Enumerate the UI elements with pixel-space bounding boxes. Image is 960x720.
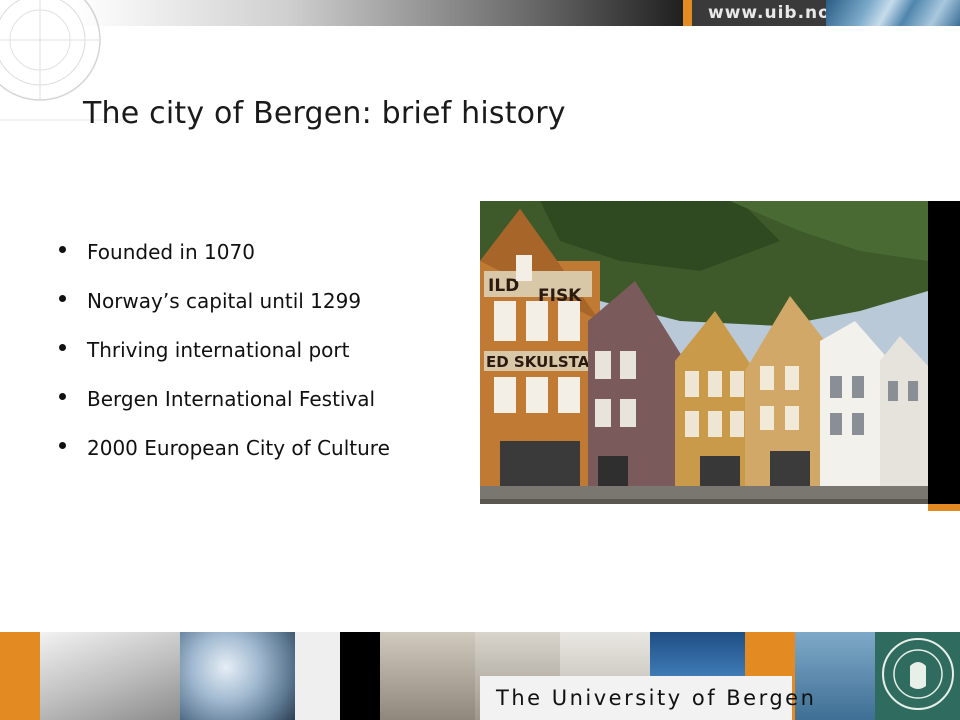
slide-title: The city of Bergen: brief history [83,96,566,131]
top-banner-water-image [826,0,960,26]
list-item: Thriving international port [55,338,390,387]
bullet-icon [59,295,66,302]
shop-sign: ED SKULSTAD [486,353,602,371]
banner-tile [340,632,380,720]
bullet-text: Thriving international port [87,338,350,362]
list-item: Bergen International Festival [55,387,390,436]
bullet-text: Bergen International Festival [87,387,376,411]
banner-tile [180,632,295,720]
bullet-icon [59,246,66,253]
shop-sign: ILD [488,276,519,296]
photo-side-bar [928,201,960,504]
university-name: The University of Bergen [496,686,817,710]
bryggen-illustration: ILD FISK ED SKULSTAD [480,201,928,504]
list-item: 2000 European City of Culture [55,436,390,485]
bullet-icon [59,393,66,400]
list-item: Norway’s capital until 1299 [55,289,390,338]
bullet-text: Norway’s capital until 1299 [87,289,362,313]
bullet-text: 2000 European City of Culture [87,436,390,460]
banner-tile [0,632,40,720]
list-item: Founded in 1070 [55,240,390,289]
photo-side-accent [928,504,960,511]
banner-tile [295,632,340,720]
top-banner-accent [683,0,692,26]
bryggen-photo: ILD FISK ED SKULSTAD [480,201,928,504]
bullet-icon [59,442,66,449]
bullet-list: Founded in 1070 Norway’s capital until 1… [55,240,390,485]
bullet-icon [59,344,66,351]
banner-tile [40,632,180,720]
banner-tile [380,632,475,720]
university-seal-icon [882,638,954,710]
site-url[interactable]: www.uib.no [708,3,831,23]
bullet-text: Founded in 1070 [87,240,255,264]
